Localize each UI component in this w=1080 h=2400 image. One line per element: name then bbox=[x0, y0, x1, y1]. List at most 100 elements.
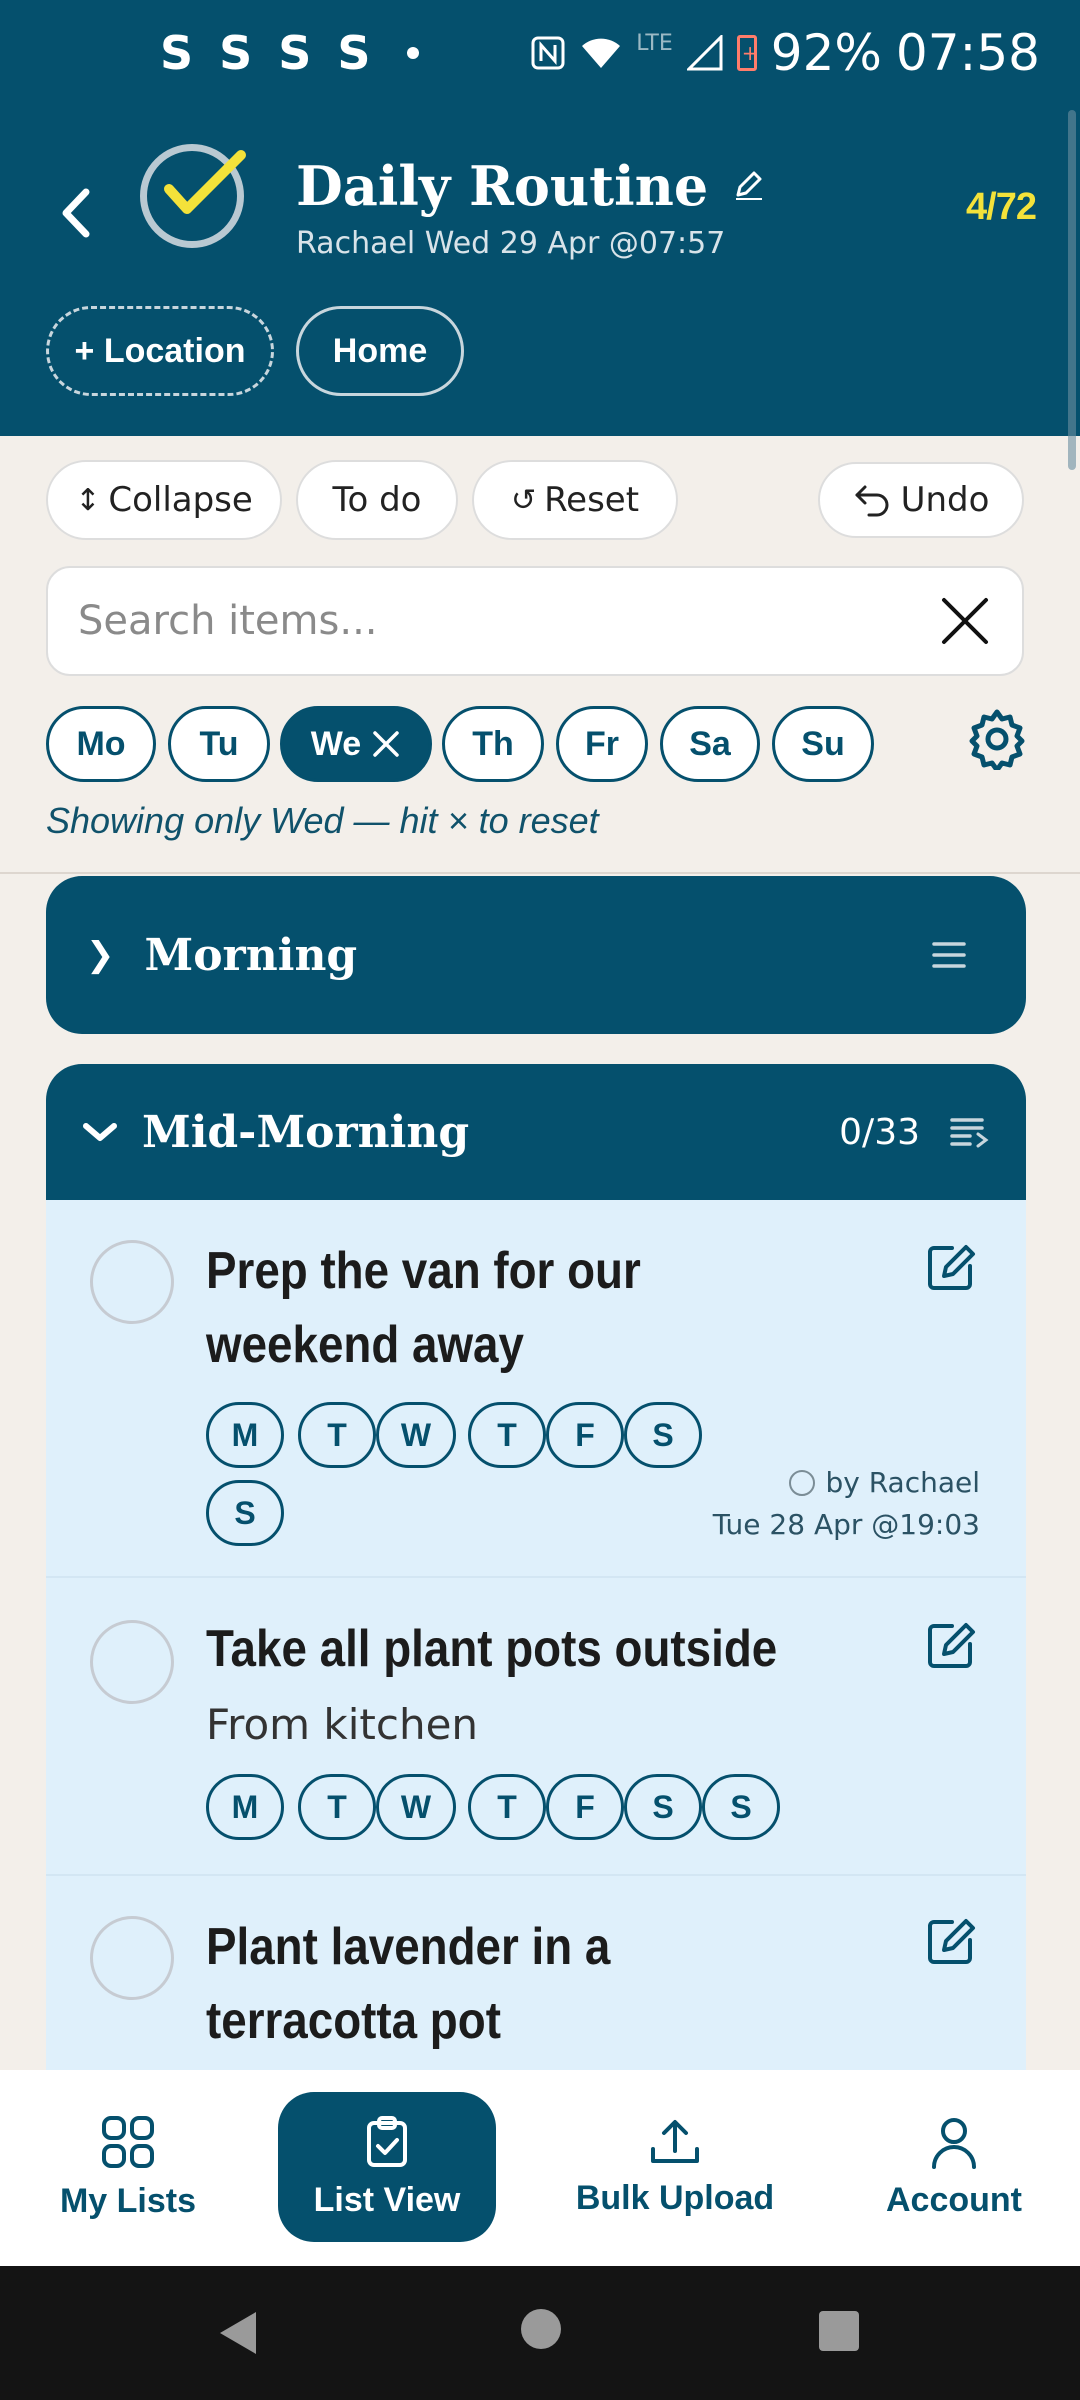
list-header: Daily Routine Rachael Wed 29 Apr @07:57 … bbox=[0, 106, 1080, 436]
app-logo bbox=[140, 144, 246, 248]
nav-account[interactable]: Account bbox=[866, 2092, 1042, 2242]
list-subtitle: Rachael Wed 29 Apr @07:57 bbox=[296, 226, 726, 261]
item-author: by Rachael bbox=[789, 1466, 980, 1499]
notification-icon: S bbox=[219, 26, 253, 80]
clock: 07:58 bbox=[895, 24, 1040, 82]
user-icon bbox=[932, 2117, 976, 2169]
day-pill-m: M bbox=[206, 1402, 284, 1468]
nav-my-lists[interactable]: My Lists bbox=[40, 2092, 216, 2242]
day-pill-t: T bbox=[468, 1402, 546, 1468]
notification-icons: S S S S bbox=[160, 26, 419, 80]
item-checkbox[interactable] bbox=[90, 1240, 174, 1324]
todo-button[interactable]: To do bbox=[296, 460, 458, 540]
collapse-label: Collapse bbox=[108, 480, 253, 520]
nav-account-label: Account bbox=[886, 2180, 1022, 2219]
list-title[interactable]: Daily Routine bbox=[296, 154, 766, 218]
day-pill-s: S bbox=[206, 1480, 284, 1546]
item-list: Prep the van for our weekend away M T W … bbox=[46, 1200, 1026, 2070]
section-morning[interactable]: ❯ Morning bbox=[46, 876, 1026, 1034]
lte-label: LTE bbox=[636, 30, 673, 56]
nfc-icon bbox=[531, 36, 565, 70]
item-title: Take all plant pots outside bbox=[206, 1620, 778, 1678]
grid-icon bbox=[102, 2115, 154, 2168]
clear-search-icon[interactable] bbox=[938, 594, 992, 648]
edit-item-icon[interactable] bbox=[922, 1618, 978, 1674]
expand-chevron-icon: ❯ bbox=[86, 935, 115, 975]
author-status-icon bbox=[789, 1469, 816, 1496]
day-pill-f: F bbox=[546, 1402, 624, 1468]
undo-label: Undo bbox=[900, 480, 990, 520]
sort-list-icon[interactable] bbox=[950, 1116, 990, 1148]
system-back-icon[interactable] bbox=[216, 2308, 260, 2358]
edit-item-icon[interactable] bbox=[922, 1914, 978, 1970]
day-filter-su[interactable]: Su bbox=[772, 706, 874, 782]
nav-bulk-upload-label: Bulk Upload bbox=[575, 2178, 775, 2217]
todo-label: To do bbox=[332, 480, 422, 520]
section-mid-morning[interactable]: Mid-Morning 0/33 bbox=[46, 1064, 1026, 1200]
add-location-chip[interactable]: + Location bbox=[46, 306, 274, 396]
item-timestamp: Tue 28 Apr @19:03 bbox=[712, 1508, 980, 1541]
day-pill-s: S bbox=[624, 1402, 702, 1468]
reset-button[interactable]: ↺ Reset bbox=[472, 460, 678, 540]
list-item[interactable]: Take all plant pots outside From kitchen… bbox=[46, 1578, 1026, 1874]
settings-gear-icon[interactable] bbox=[966, 708, 1028, 770]
upload-icon bbox=[651, 2119, 699, 2163]
day-filter-fr[interactable]: Fr bbox=[556, 706, 648, 782]
day-filter-tu[interactable]: Tu bbox=[168, 706, 270, 782]
search-input[interactable] bbox=[78, 598, 938, 644]
back-arrow-icon[interactable] bbox=[52, 178, 102, 248]
day-pill-w: W bbox=[376, 1402, 456, 1468]
wifi-icon bbox=[582, 38, 621, 68]
reset-label: Reset bbox=[544, 480, 640, 520]
system-recents-icon[interactable] bbox=[818, 2310, 860, 2352]
notification-icon: S bbox=[278, 26, 312, 80]
day-filter-sa[interactable]: Sa bbox=[660, 706, 760, 782]
divider bbox=[0, 872, 1080, 874]
day-filter-mo[interactable]: Mo bbox=[46, 706, 156, 782]
day-filter-we-label: We bbox=[310, 724, 362, 763]
scrollbar[interactable] bbox=[1068, 110, 1076, 470]
day-pill-m: M bbox=[206, 1774, 284, 1840]
system-navigation-bar bbox=[0, 2266, 1080, 2400]
list-item[interactable]: Plant lavender in a terracotta pot bbox=[46, 1876, 1026, 2070]
undo-button[interactable]: Undo bbox=[818, 462, 1024, 538]
menu-icon[interactable] bbox=[932, 940, 966, 970]
system-home-icon[interactable] bbox=[520, 2308, 562, 2350]
item-author-text: by Rachael bbox=[825, 1466, 980, 1499]
battery-level: 92% bbox=[770, 24, 882, 82]
search-bar bbox=[46, 566, 1024, 676]
status-right: LTE 92% 07:58 bbox=[530, 24, 1040, 82]
edit-title-icon[interactable] bbox=[732, 169, 766, 203]
nav-my-lists-label: My Lists bbox=[59, 2181, 197, 2220]
notification-icon: S bbox=[337, 26, 371, 80]
notification-icon: S bbox=[160, 26, 194, 80]
nav-list-view[interactable]: List View bbox=[278, 2092, 496, 2242]
day-filter-th[interactable]: Th bbox=[442, 706, 544, 782]
edit-item-icon[interactable] bbox=[922, 1240, 978, 1296]
reset-icon: ↺ bbox=[510, 482, 537, 518]
collapse-chevron-icon bbox=[83, 1123, 117, 1141]
list-item[interactable]: Prep the van for our weekend away M T W … bbox=[46, 1200, 1026, 1576]
home-location-chip[interactable]: Home bbox=[296, 306, 464, 396]
day-filter-we[interactable]: We bbox=[280, 706, 432, 782]
section-morning-title: Morning bbox=[144, 929, 358, 981]
day-pill-w: W bbox=[376, 1774, 456, 1840]
nav-list-view-label: List View bbox=[313, 2180, 461, 2219]
day-pill-s: S bbox=[702, 1774, 780, 1840]
item-title: Plant lavender in a terracotta pot bbox=[206, 1918, 611, 2050]
item-checkbox[interactable] bbox=[90, 1620, 174, 1704]
undo-icon bbox=[855, 485, 889, 517]
bottom-navigation: My Lists List View Bulk Upload Account bbox=[0, 2070, 1080, 2266]
clear-day-filter-icon[interactable] bbox=[371, 729, 401, 759]
day-pill-t: T bbox=[298, 1402, 376, 1468]
more-notifications-dot bbox=[406, 47, 419, 59]
check-mark-icon bbox=[164, 150, 246, 214]
collapse-icon: ↕ bbox=[75, 482, 101, 518]
item-title: Prep the van for our weekend away bbox=[206, 1242, 641, 1374]
collapse-button[interactable]: ↕ Collapse bbox=[46, 460, 282, 540]
item-description: From kitchen bbox=[206, 1700, 479, 1749]
day-pill-s: S bbox=[624, 1774, 702, 1840]
nav-bulk-upload[interactable]: Bulk Upload bbox=[566, 2092, 784, 2242]
item-checkbox[interactable] bbox=[90, 1916, 174, 2000]
day-pill-t: T bbox=[298, 1774, 376, 1840]
